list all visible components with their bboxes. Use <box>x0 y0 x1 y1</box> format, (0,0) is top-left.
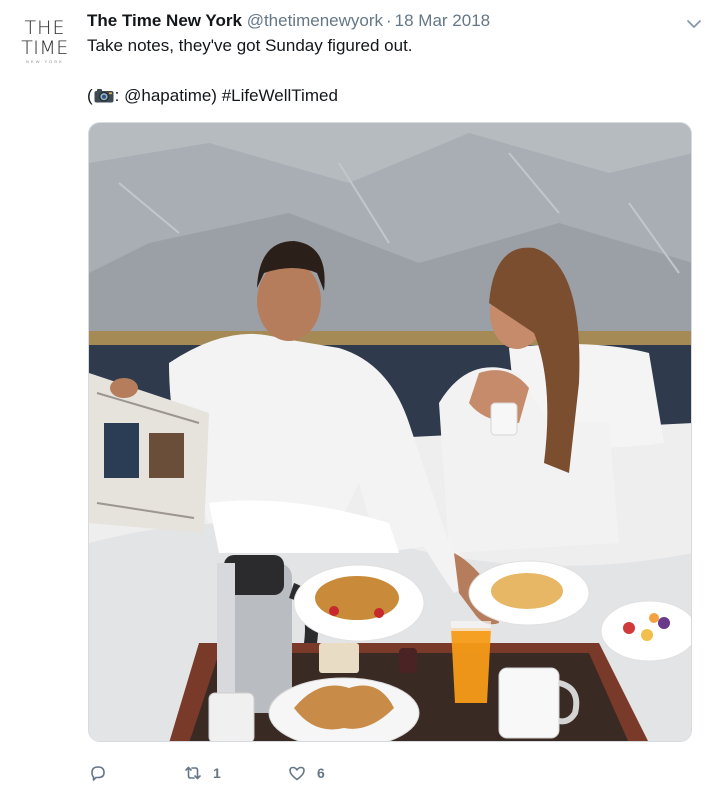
retweet-icon <box>185 766 201 780</box>
tweet-header: The Time New York @thetimenewyork · 18 Mar… <box>87 11 490 33</box>
avatar[interactable]: THE TIME NEW YORK <box>14 18 76 68</box>
tweet: THE TIME NEW YORK The Time New York @the… <box>0 0 722 793</box>
tweet-photo[interactable] <box>88 122 692 742</box>
avatar-line-3: NEW YORK <box>26 59 64 64</box>
chevron-down-icon <box>687 20 701 28</box>
retweet-button[interactable]: 1 <box>183 760 221 786</box>
tweet-menu-button[interactable] <box>684 14 704 34</box>
tweet-credit-and-hashtag[interactable]: : @hapatime) #LifeWellTimed <box>115 86 338 105</box>
tweet-text-line-1: Take notes, they've got Sunday figured o… <box>87 36 413 55</box>
tweet-actions: 1 6 <box>88 760 588 786</box>
heart-icon <box>289 766 305 781</box>
user-handle[interactable]: @thetimenewyork <box>247 11 383 30</box>
display-name[interactable]: The Time New York <box>87 11 242 30</box>
separator-dot: · <box>386 11 392 30</box>
reply-button[interactable] <box>88 760 118 786</box>
like-button[interactable]: 6 <box>287 760 325 786</box>
avatar-line-2: TIME <box>21 37 69 59</box>
tweet-date[interactable]: 18 Mar 2018 <box>395 11 490 30</box>
tweet-text-line-2: ( : @hapatime) #LifeWellTimed <box>87 86 338 106</box>
camera-emoji-icon <box>94 89 114 103</box>
paren-open: ( <box>87 86 93 105</box>
breakfast-in-bed-photo <box>89 123 691 741</box>
avatar-line-1: THE <box>24 17 66 39</box>
like-count: 6 <box>317 765 325 781</box>
reply-icon <box>91 766 105 781</box>
retweet-count: 1 <box>213 765 221 781</box>
